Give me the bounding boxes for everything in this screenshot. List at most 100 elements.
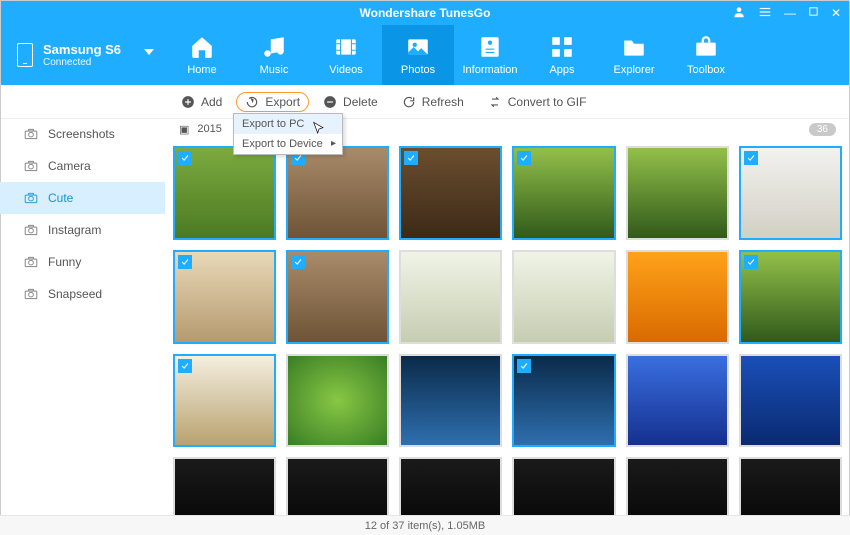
add-button[interactable]: Add: [171, 91, 232, 113]
thumbnail[interactable]: [626, 354, 729, 448]
add-label: Add: [201, 95, 222, 109]
thumbnail[interactable]: [739, 457, 842, 515]
home-icon: [189, 34, 215, 60]
nav-label: Information: [462, 64, 517, 76]
export-to-device[interactable]: Export to Device: [234, 134, 342, 154]
device-selector[interactable]: Samsung S6 Connected: [1, 25, 166, 85]
thumbnail[interactable]: [512, 354, 615, 448]
status-text: 12 of 37 item(s), 1.05MB: [365, 520, 485, 532]
thumbnail[interactable]: [173, 457, 276, 515]
export-button[interactable]: Export: [236, 92, 309, 112]
top-nav: Samsung S6 Connected Home Music Videos Phot…: [1, 25, 849, 85]
export-to-pc[interactable]: Export to PC: [234, 114, 342, 134]
thumbnail[interactable]: [173, 354, 276, 448]
minus-icon: [323, 95, 337, 109]
group-count: 36: [809, 123, 836, 136]
sidebar-item-funny[interactable]: Funny: [0, 246, 165, 278]
sidebar-item-label: Screenshots: [48, 127, 115, 141]
nav-info[interactable]: Information: [454, 25, 526, 85]
thumbnail[interactable]: [626, 457, 729, 515]
apps-icon: [549, 34, 575, 60]
content: ▣ 2015 36: [165, 118, 850, 515]
nav-music[interactable]: Music: [238, 25, 310, 85]
thumbnail[interactable]: [399, 146, 502, 240]
thumbnail[interactable]: [286, 146, 389, 240]
thumbnail[interactable]: [512, 146, 615, 240]
close-button[interactable]: ✕: [831, 6, 841, 20]
sidebar-item-screenshots[interactable]: Screenshots: [0, 118, 165, 150]
checkmark-icon: [404, 151, 418, 165]
checkmark-icon: [178, 359, 192, 373]
refresh-icon: [402, 95, 416, 109]
collapse-icon: ▣: [179, 123, 189, 136]
refresh-label: Refresh: [422, 95, 464, 109]
thumbnail[interactable]: [512, 457, 615, 515]
camera-icon: [24, 127, 38, 141]
nav-label: Videos: [329, 64, 362, 76]
nav-apps[interactable]: Apps: [526, 25, 598, 85]
camera-icon: [24, 255, 38, 269]
app-title: Wondershare TunesGo: [360, 6, 491, 20]
status-bar: 12 of 37 item(s), 1.05MB: [0, 515, 850, 535]
title-bar: Wondershare TunesGo — ✕: [1, 1, 849, 25]
minimize-button[interactable]: —: [784, 6, 796, 20]
thumbnail[interactable]: [173, 146, 276, 240]
nav-explorer[interactable]: Explorer: [598, 25, 670, 85]
thumbnail[interactable]: [399, 354, 502, 448]
thumbnail[interactable]: [626, 146, 729, 240]
nav-videos[interactable]: Videos: [310, 25, 382, 85]
thumbnail[interactable]: [173, 250, 276, 344]
music-icon: [261, 34, 287, 60]
nav-photos[interactable]: Photos: [382, 25, 454, 85]
nav-label: Explorer: [614, 64, 655, 76]
export-label: Export: [265, 95, 300, 109]
menu-icon[interactable]: [758, 5, 772, 22]
thumbnail[interactable]: [626, 250, 729, 344]
thumbnail-grid[interactable]: [165, 140, 850, 515]
thumbnail[interactable]: [739, 354, 842, 448]
action-bar: Add Export Delete Refresh Convert to GIF…: [1, 85, 849, 119]
explorer-icon: [621, 34, 647, 60]
sidebar-item-label: Snapseed: [48, 287, 102, 301]
sidebar-item-camera[interactable]: Camera: [0, 150, 165, 182]
user-icon[interactable]: [732, 5, 746, 22]
photos-icon: [405, 34, 431, 60]
delete-button[interactable]: Delete: [313, 91, 388, 113]
refresh-button[interactable]: Refresh: [392, 91, 474, 113]
nav-items: Home Music Videos Photos Information Apps Expl…: [166, 25, 849, 85]
sidebar-item-label: Camera: [48, 159, 91, 173]
thumbnail[interactable]: [399, 457, 502, 515]
sidebar: Screenshots Camera Cute Instagram Funny Snaps…: [0, 118, 165, 515]
nav-label: Music: [260, 64, 289, 76]
nav-toolbox[interactable]: Toolbox: [670, 25, 742, 85]
export-icon: [245, 95, 259, 109]
device-status: Connected: [43, 57, 121, 68]
device-name: Samsung S6: [43, 43, 121, 57]
nav-home[interactable]: Home: [166, 25, 238, 85]
checkmark-icon: [744, 255, 758, 269]
chevron-down-icon: [144, 49, 154, 55]
thumbnail[interactable]: [739, 146, 842, 240]
thumbnail[interactable]: [512, 250, 615, 344]
thumbnail[interactable]: [286, 354, 389, 448]
sidebar-item-cute[interactable]: Cute: [0, 182, 165, 214]
checkmark-icon: [744, 151, 758, 165]
sidebar-item-label: Instagram: [48, 223, 101, 237]
sidebar-item-instagram[interactable]: Instagram: [0, 214, 165, 246]
maximize-button[interactable]: [808, 6, 819, 20]
checkmark-icon: [291, 255, 305, 269]
nav-label: Photos: [401, 64, 435, 76]
checkmark-icon: [517, 359, 531, 373]
thumbnail[interactable]: [286, 250, 389, 344]
group-year: 2015: [197, 123, 221, 135]
convert-gif-button[interactable]: Convert to GIF: [478, 91, 597, 113]
thumbnail[interactable]: [399, 250, 502, 344]
nav-label: Apps: [549, 64, 574, 76]
camera-icon: [24, 287, 38, 301]
thumbnail[interactable]: [286, 457, 389, 515]
toolbox-icon: [693, 34, 719, 60]
convert-icon: [488, 95, 502, 109]
thumbnail[interactable]: [739, 250, 842, 344]
sidebar-item-snapseed[interactable]: Snapseed: [0, 278, 165, 310]
sidebar-item-label: Funny: [48, 255, 81, 269]
